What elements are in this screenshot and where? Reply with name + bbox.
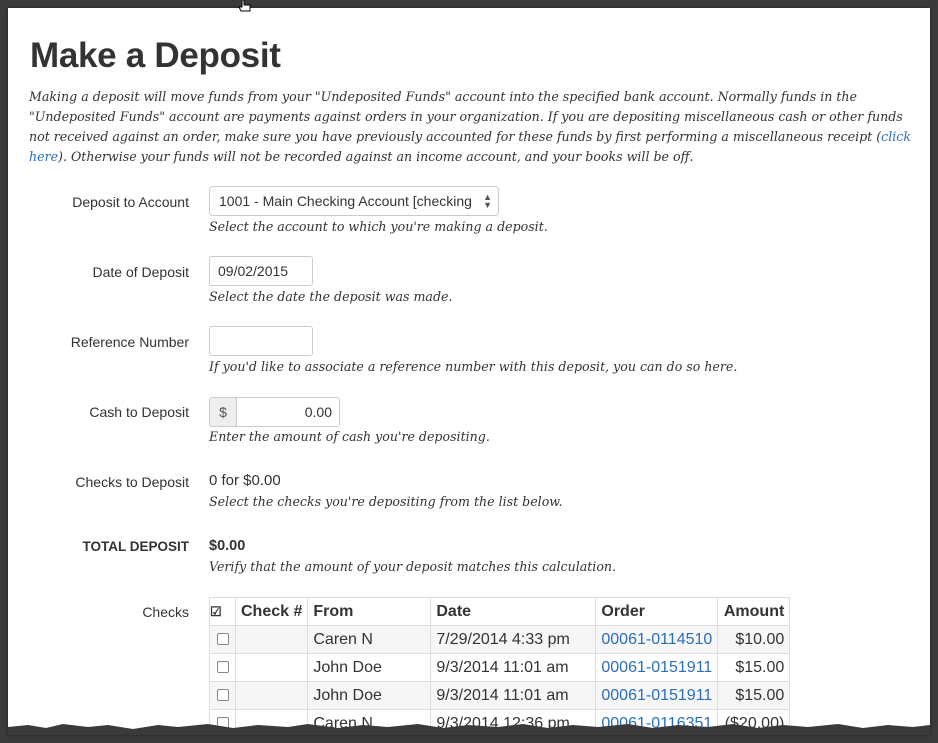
checks-label: Checks	[142, 604, 189, 620]
hand-cursor-icon	[238, 0, 251, 12]
cell-date: 9/3/2014 11:01 am	[430, 653, 597, 682]
total-deposit-value: $0.00	[209, 538, 246, 554]
checks-to-deposit-label: Checks to Deposit	[75, 474, 189, 490]
col-from[interactable]: From	[307, 597, 432, 626]
cell-date: 7/29/2014 4:33 pm	[430, 625, 597, 654]
cell-from: John Doe	[307, 681, 432, 710]
cell-from: Caren N	[307, 625, 432, 654]
total-deposit-label: TOTAL DEPOSIT	[82, 539, 189, 554]
cell-check-number	[234, 653, 309, 682]
order-link[interactable]: 00061-0114510	[601, 631, 712, 648]
col-amount[interactable]: Amount	[717, 597, 791, 626]
table-row: John Doe 9/3/2014 11:01 am 00061-0151911…	[209, 681, 791, 710]
order-link[interactable]: 00061-0151911	[601, 687, 712, 704]
col-check-number[interactable]: Check #	[234, 597, 309, 626]
cell-amount: $15.00	[717, 653, 791, 682]
deposit-account-value: 1001 - Main Checking Account [checking	[219, 193, 472, 209]
deposit-to-label: Deposit to Account	[72, 194, 189, 210]
checks-table: ☑ Check # From Date Order Amount Caren N…	[209, 597, 791, 735]
table-row: John Doe 9/3/2014 11:01 am 00061-0151911…	[209, 653, 791, 682]
page-title: Make a Deposit	[30, 36, 281, 75]
select-all-checkbox-icon[interactable]: ☑	[209, 597, 236, 626]
dollar-addon: $	[209, 397, 237, 427]
cell-from: John Doe	[307, 653, 432, 682]
checks-to-deposit-help: Select the checks you're depositing from…	[209, 494, 563, 509]
checks-header-row: ☑ Check # From Date Order Amount	[209, 597, 791, 626]
checks-to-deposit-value: 0 for $0.00	[209, 472, 281, 489]
deposit-to-help: Select the account to which you're makin…	[209, 219, 548, 234]
cash-help: Enter the amount of cash you're depositi…	[209, 429, 490, 444]
row-checkbox[interactable]	[216, 633, 229, 646]
torn-edge	[8, 724, 930, 735]
col-date[interactable]: Date	[430, 597, 597, 626]
date-label: Date of Deposit	[92, 264, 190, 280]
page-sheet: Make a Deposit Making a deposit will mov…	[8, 8, 930, 735]
cell-date: 9/3/2014 11:01 am	[430, 681, 597, 710]
updown-arrows-icon: ▲ ▼	[483, 192, 492, 210]
reference-label: Reference Number	[70, 334, 189, 350]
reference-help: If you'd like to associate a reference n…	[209, 359, 738, 374]
cash-label: Cash to Deposit	[89, 404, 189, 420]
date-help: Select the date the deposit was made.	[209, 289, 453, 304]
table-row: Caren N 7/29/2014 4:33 pm 00061-0114510 …	[209, 625, 791, 654]
cell-amount: $10.00	[717, 625, 791, 654]
cell-amount: $15.00	[717, 681, 791, 710]
cash-input[interactable]: 0.00	[236, 397, 340, 427]
date-input[interactable]: 09/02/2015	[209, 256, 313, 286]
col-order[interactable]: Order	[595, 597, 719, 626]
order-link[interactable]: 00061-0151911	[601, 659, 712, 676]
cell-check-number	[234, 625, 309, 654]
cell-check-number	[234, 681, 309, 710]
deposit-account-select[interactable]: 1001 - Main Checking Account [checking ▲…	[209, 186, 499, 216]
total-deposit-help: Verify that the amount of your deposit m…	[209, 559, 617, 574]
intro-text: Making a deposit will move funds from yo…	[29, 89, 911, 164]
reference-input[interactable]	[209, 326, 313, 356]
row-checkbox[interactable]	[216, 689, 229, 702]
row-checkbox[interactable]	[216, 661, 229, 674]
